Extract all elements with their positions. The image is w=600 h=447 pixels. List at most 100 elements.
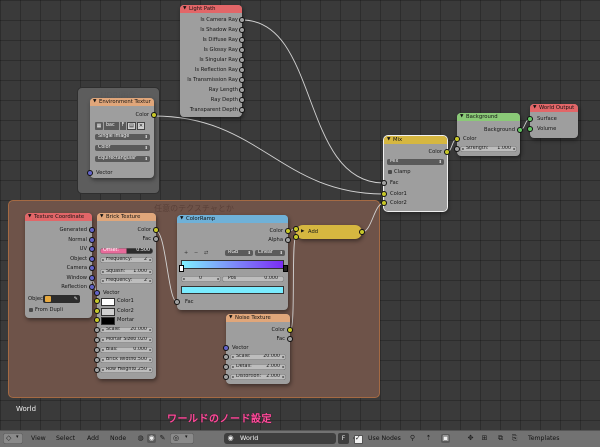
node-noise-texture[interactable]: ▼ Noise Texture Color Fac Vector ◂ Scale: 2… xyxy=(223,314,294,384)
node-environment-texture[interactable]: ▼ Environment Textur Color ▦ bac F ▤ ✕ Si… xyxy=(87,98,158,178)
decrement-icon[interactable]: ◂ xyxy=(102,327,104,333)
input-socket-row-height[interactable] xyxy=(94,367,101,374)
ramp-stop-handle[interactable] xyxy=(283,265,288,272)
increment-icon[interactable]: ▸ xyxy=(282,364,284,370)
decrement-icon[interactable]: ◂ xyxy=(102,257,104,263)
frequency-field-1[interactable]: ◂ Frequency: 2 ▸ xyxy=(100,257,153,263)
node-noise-header[interactable]: ▼ Noise Texture xyxy=(226,314,290,322)
input-socket-vector[interactable] xyxy=(94,290,101,297)
decrement-icon[interactable]: ◂ xyxy=(232,364,234,370)
input-socket-detail[interactable] xyxy=(223,364,230,371)
row-height-field[interactable]: ◂ Row Height: 0.250 ▸ xyxy=(100,367,153,373)
node-mix[interactable]: ▼ Mix Color Mix ⬍ Clamp Fac Color1 Color2 xyxy=(381,135,451,212)
parent-node-icon[interactable]: ⇡ xyxy=(424,434,433,443)
frequency-field-2[interactable]: ◂ Frequency: 2 ▸ xyxy=(100,278,153,284)
image-selector[interactable]: ▦ bac F ▤ ✕ xyxy=(95,122,150,130)
input-socket-brick-width[interactable] xyxy=(94,357,101,364)
object-shader-icon[interactable]: ◍ xyxy=(136,434,145,443)
input-socket-color[interactable] xyxy=(454,136,461,143)
unlink-icon[interactable]: ✕ xyxy=(137,122,145,130)
checkbox-icon[interactable]: ✓ xyxy=(354,434,363,444)
decrement-icon[interactable]: ◂ xyxy=(232,374,234,380)
object-field[interactable]: ✎ xyxy=(43,295,80,303)
collapse-icon[interactable]: ▼ xyxy=(183,5,186,13)
node-world-output-header[interactable]: ▼ World Output xyxy=(530,104,578,112)
brick-width-field[interactable]: ◂ Brick Width: 0.500 ▸ xyxy=(100,357,153,363)
collapse-icon[interactable]: ▶ xyxy=(301,226,304,238)
noise-distortion-field[interactable]: ◂ Distortion: 2.000 ▸ xyxy=(230,374,286,380)
backdrop-icon[interactable]: ▣ xyxy=(441,434,450,443)
node-brick-header[interactable]: ▼ Brick Texture xyxy=(97,213,156,221)
collapse-icon[interactable]: ▼ xyxy=(229,314,232,322)
increment-icon[interactable]: ▸ xyxy=(149,347,151,353)
increment-icon[interactable]: ▸ xyxy=(149,337,151,343)
noise-scale-field[interactable]: ◂ Scale: 20.000 ▸ xyxy=(230,354,286,360)
use-nodes-label[interactable]: Use Nodes xyxy=(368,433,401,444)
node-editor[interactable]: HDRI画像 任意のテクスチャとか ▼ Light Path Is Camera … xyxy=(0,0,600,430)
image-icon[interactable]: ▤ xyxy=(127,122,136,130)
menu-add[interactable]: Add xyxy=(87,433,99,444)
bias-field[interactable]: ◂ Bias: 0.000 ▸ xyxy=(100,347,153,353)
input-socket-vector[interactable] xyxy=(223,345,230,352)
increment-icon[interactable]: ▸ xyxy=(282,374,284,380)
node-brick-texture[interactable]: ▼ Brick Texture Color Fac Offset: 0.500 ◂ F… xyxy=(94,213,160,379)
increment-icon[interactable]: ▸ xyxy=(149,327,151,333)
squash-field[interactable]: ◂ Squash: 1.000 ▸ xyxy=(100,269,153,275)
input-socket-distortion[interactable] xyxy=(223,374,230,381)
increment-icon[interactable]: ▸ xyxy=(217,276,219,282)
node-colorramp[interactable]: ▼ ColorRamp Color Alpha + − ⇄ RGB ⬍ Linear… xyxy=(174,215,292,310)
scale-field[interactable]: ◂ Scale: 20.000 ▸ xyxy=(100,327,153,333)
input-socket-color2[interactable] xyxy=(94,308,101,315)
node-background[interactable]: ▼ Background Background Color ◂ Strength: 1… xyxy=(454,113,524,156)
fake-user-button[interactable]: F xyxy=(120,122,126,130)
decrement-icon[interactable]: ◂ xyxy=(102,278,104,284)
increment-icon[interactable]: ▸ xyxy=(149,357,151,363)
collapse-icon[interactable]: ▼ xyxy=(460,113,463,121)
strength-field[interactable]: ◂ Strength: 1.000 ▸ xyxy=(460,146,517,152)
world-name-field[interactable]: World xyxy=(240,433,258,444)
eyedropper-icon[interactable]: ✎ xyxy=(74,295,78,303)
node-world-output[interactable]: ▼ World Output Surface Volume xyxy=(527,104,578,138)
input-socket-1[interactable] xyxy=(293,226,300,233)
input-socket-color1[interactable] xyxy=(381,191,388,198)
increment-icon[interactable]: ▸ xyxy=(149,269,151,275)
offset-slider[interactable]: Offset: 0.500 xyxy=(100,248,153,254)
collapse-icon[interactable]: ▼ xyxy=(180,215,183,223)
colorspace-select[interactable]: Color ⬍ xyxy=(95,145,150,151)
decrement-icon[interactable]: ◂ xyxy=(102,269,104,275)
blend-type-select[interactable]: Mix ⬍ xyxy=(387,159,444,165)
snap-element-icon[interactable]: ⊞ xyxy=(480,434,489,443)
input-socket-scale[interactable] xyxy=(223,354,230,361)
increment-icon[interactable]: ▸ xyxy=(282,354,284,360)
decrement-icon[interactable]: ◂ xyxy=(232,354,234,360)
decrement-icon[interactable]: ◂ xyxy=(102,337,104,343)
color1-swatch[interactable] xyxy=(101,298,115,306)
node-colorramp-header[interactable]: ▼ ColorRamp xyxy=(177,215,288,223)
collapse-icon[interactable]: ▼ xyxy=(93,98,96,106)
node-add[interactable]: ▶ Add xyxy=(293,225,366,241)
increment-icon[interactable]: ▸ xyxy=(149,278,151,284)
checkbox-icon[interactable] xyxy=(29,307,33,312)
from-dupli-checkbox[interactable]: From Dupli xyxy=(29,307,63,313)
mortar-swatch[interactable] xyxy=(101,317,115,325)
input-socket-bias[interactable] xyxy=(94,347,101,354)
input-socket-color2[interactable] xyxy=(381,200,388,207)
decrement-icon[interactable]: ◂ xyxy=(102,367,104,373)
collapse-icon[interactable]: ▼ xyxy=(387,136,390,144)
ramp-pos-field[interactable]: Pos 0.000 xyxy=(222,276,284,282)
input-socket-surface[interactable] xyxy=(527,116,534,123)
ramp-flip-icon[interactable]: ⇄ xyxy=(204,250,208,256)
ramp-stop-handle[interactable] xyxy=(179,265,184,272)
copy-nodes-icon[interactable]: ⧉ xyxy=(496,434,505,443)
ramp-remove-icon[interactable]: − xyxy=(194,250,198,256)
collapse-icon[interactable]: ▼ xyxy=(100,213,103,221)
decrement-icon[interactable]: ◂ xyxy=(183,276,185,282)
source-select[interactable]: Single Image ⬍ xyxy=(95,134,150,140)
input-socket-scale[interactable] xyxy=(94,327,101,334)
snap-icon[interactable]: ✥ xyxy=(466,434,475,443)
use-nodes-toggle[interactable]: ✓ xyxy=(354,434,365,444)
input-socket-fac[interactable] xyxy=(174,299,181,306)
ramp-stop-color[interactable] xyxy=(181,286,284,294)
menu-node[interactable]: Node xyxy=(110,433,126,444)
input-socket-mortar[interactable] xyxy=(94,317,101,324)
